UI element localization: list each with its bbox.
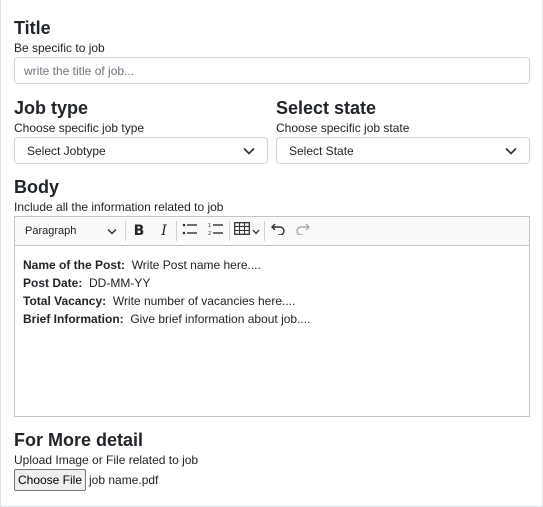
editor-content[interactable]: Name of the Post: Write Post name here..… (14, 246, 530, 417)
job-type-hint: Choose specific job type (14, 121, 145, 135)
chevron-down-icon (243, 147, 255, 155)
content-line-brief-information: Brief Information: Give brief informatio… (23, 310, 521, 328)
bulleted-list-icon (182, 222, 198, 241)
title-heading: Title (14, 18, 51, 38)
upload-heading: For More detail (14, 430, 144, 450)
job-type-heading: Job type (14, 98, 89, 118)
svg-text:2: 2 (208, 231, 211, 236)
table-icon (234, 222, 250, 240)
job-type-selected: Select Jobtype (27, 143, 106, 158)
selected-file-name: job name.pdf (89, 473, 159, 487)
chevron-down-icon (252, 222, 260, 240)
upload-hint: Upload Image or File related to job (14, 453, 199, 467)
numbered-list-icon: 12 (208, 222, 224, 241)
content-label: Post Date: (23, 276, 83, 290)
choose-file-button[interactable]: Choose File (14, 469, 86, 491)
italic-icon: I (161, 223, 167, 239)
undo-button[interactable] (265, 217, 291, 245)
svg-text:1: 1 (208, 223, 211, 229)
chevron-down-icon (107, 222, 117, 240)
paragraph-label: Paragraph (25, 225, 77, 237)
content-value: Write number of vacancies here.... (112, 294, 296, 308)
paragraph-dropdown[interactable]: Paragraph (15, 217, 125, 245)
bold-button[interactable]: B (126, 217, 152, 245)
content-label: Brief Information: (23, 312, 124, 326)
content-value: Give brief information about job.... (130, 312, 311, 326)
content-label: Total Vacancy: (23, 294, 107, 308)
state-selected: Select State (289, 143, 354, 158)
content-value: DD-MM-YY (89, 276, 151, 290)
content-value: Write Post name here.... (131, 258, 261, 272)
content-line-total-vacancy: Total Vacancy: Write number of vacancies… (23, 292, 521, 310)
italic-button[interactable]: I (152, 217, 176, 245)
state-hint: Choose specific job state (276, 121, 410, 135)
title-input-placeholder: write the title of job... (24, 63, 135, 78)
undo-icon (271, 222, 285, 240)
chevron-down-icon (505, 147, 517, 155)
redo-icon (296, 222, 310, 240)
bulleted-list-button[interactable] (177, 217, 203, 245)
body-hint: Include all the information related to j… (14, 200, 224, 214)
body-heading: Body (14, 177, 59, 197)
job-type-select[interactable]: Select Jobtype (14, 137, 268, 164)
redo-button[interactable] (291, 217, 315, 245)
editor-toolbar: Paragraph B I 12 (14, 216, 530, 246)
state-heading: Select state (276, 98, 377, 118)
table-button[interactable] (230, 217, 264, 245)
title-input[interactable]: write the title of job... (14, 57, 530, 84)
content-line-post-name: Name of the Post: Write Post name here..… (23, 256, 521, 274)
content-label: Name of the Post: (23, 258, 126, 272)
title-hint: Be specific to job (14, 41, 105, 55)
content-line-post-date: Post Date: DD-MM-YY (23, 274, 521, 292)
state-select[interactable]: Select State (276, 137, 530, 164)
bold-icon: B (133, 223, 145, 239)
numbered-list-button[interactable]: 12 (203, 217, 229, 245)
